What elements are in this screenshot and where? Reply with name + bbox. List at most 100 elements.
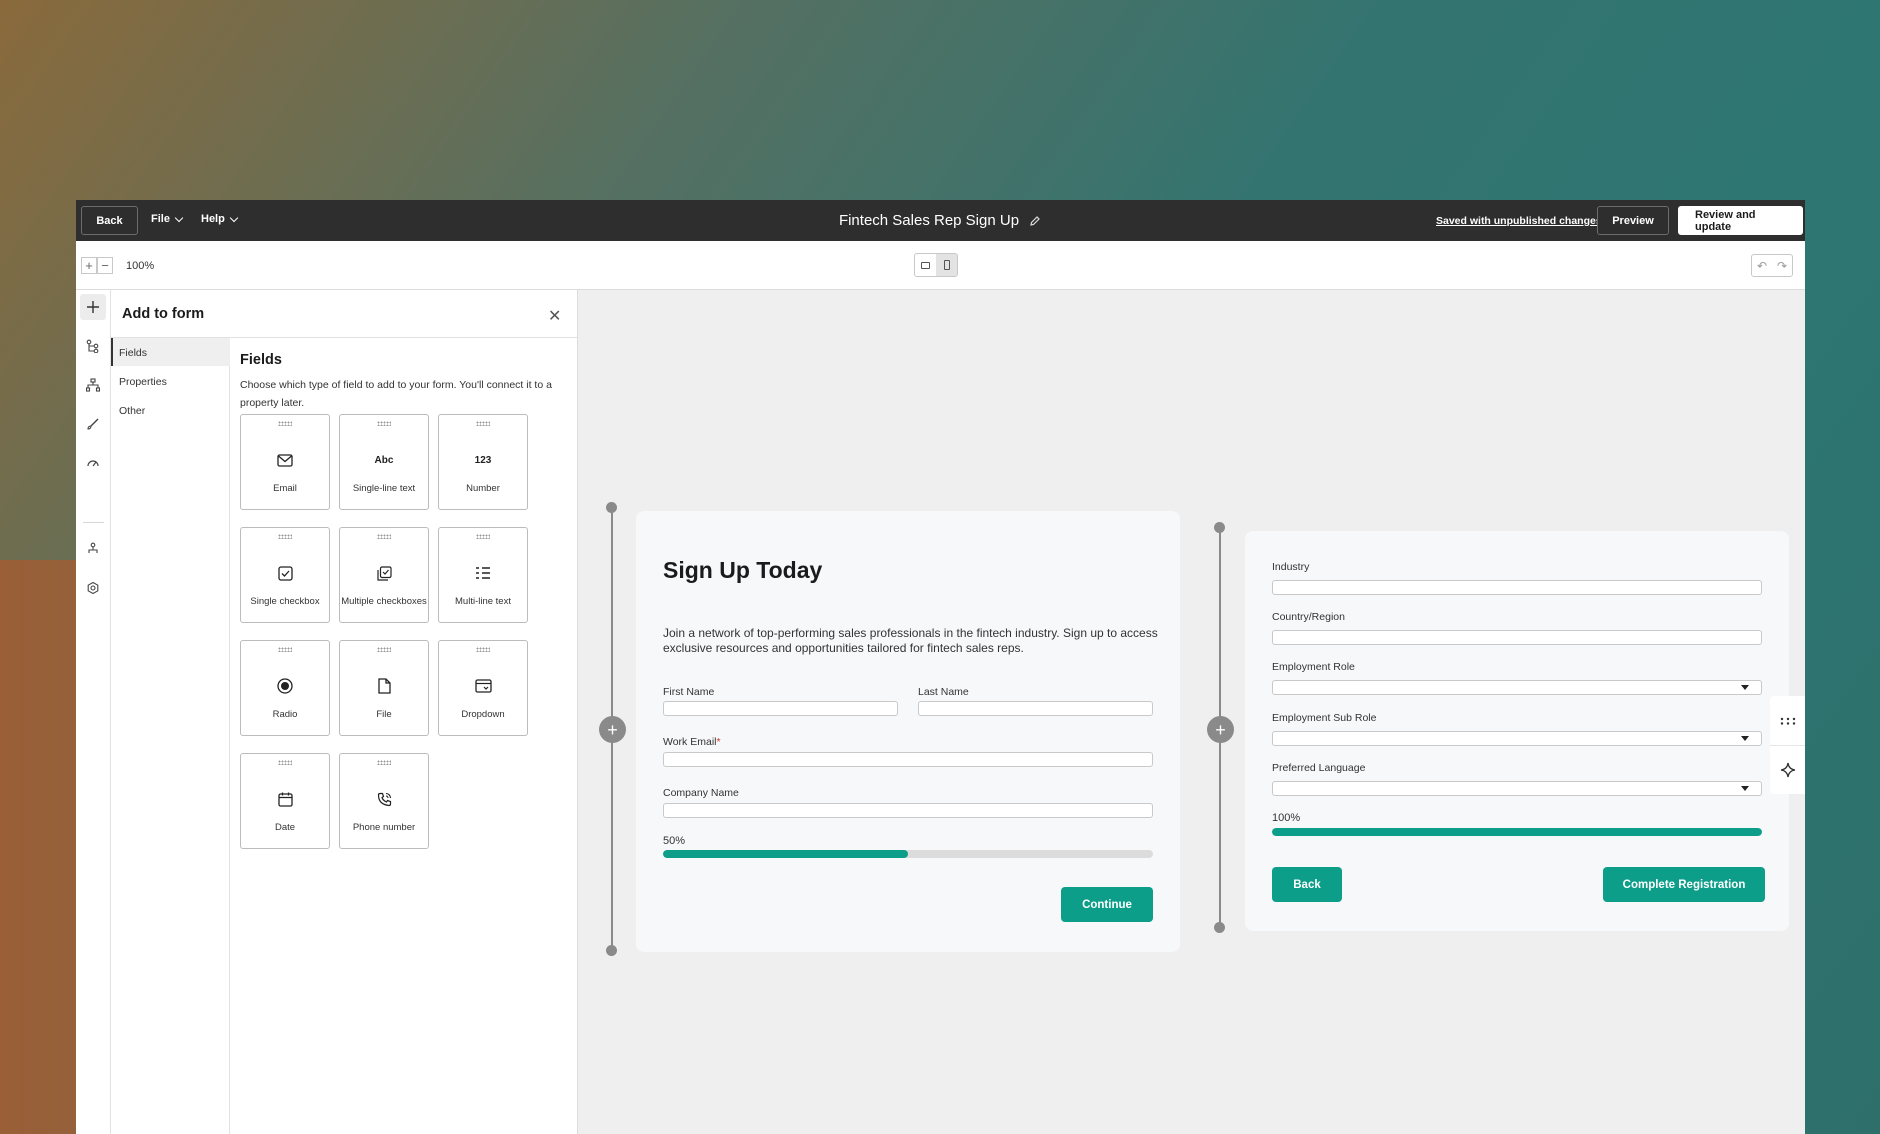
required-marker: * xyxy=(716,736,721,748)
integrations-rail-button[interactable] xyxy=(80,536,106,562)
field-tile-file[interactable]: File xyxy=(339,640,429,736)
editor-toolbar: + − 100% ↶ ↷ xyxy=(76,241,1805,290)
tile-label: Single checkbox xyxy=(250,596,320,607)
preferred-language-label: Preferred Language xyxy=(1272,762,1366,774)
tile-label: Number xyxy=(466,483,500,494)
phone-icon xyxy=(340,790,428,808)
close-icon[interactable]: ✕ xyxy=(548,306,561,326)
tile-label: File xyxy=(376,709,392,720)
back-step-button[interactable]: Back xyxy=(1272,867,1342,902)
top-bar: Back File Help Fintech Sales Rep Sign Up… xyxy=(76,200,1805,241)
undo-button[interactable]: ↶ xyxy=(1752,255,1772,276)
calendar-icon xyxy=(241,790,329,808)
progress-bar xyxy=(1272,828,1762,836)
file-icon xyxy=(340,677,428,695)
form-step-1-card[interactable]: Sign Up Today Join a network of top-perf… xyxy=(636,511,1180,952)
device-toggle xyxy=(914,253,958,277)
complete-registration-button[interactable]: Complete Registration xyxy=(1603,867,1765,902)
tile-label: Multiple checkboxes xyxy=(341,596,427,607)
company-name-label: Company Name xyxy=(663,787,739,799)
tree-icon xyxy=(86,339,99,353)
company-name-field[interactable] xyxy=(663,803,1153,818)
dropdown-arrow-icon xyxy=(1741,736,1749,741)
tile-label: Radio xyxy=(272,709,298,720)
radio-icon xyxy=(241,677,329,695)
tile-label: Phone number xyxy=(352,822,416,833)
field-tile-email[interactable]: Email xyxy=(240,414,330,510)
progress-bar xyxy=(663,850,1153,858)
desktop-view-button[interactable] xyxy=(915,254,936,276)
nav-item-fields[interactable]: Fields xyxy=(111,338,230,366)
drag-handle-icon xyxy=(377,421,391,426)
panel-nav: Fields Properties Other xyxy=(111,338,230,1134)
nav-item-other[interactable]: Other xyxy=(111,396,230,424)
step-connector-dot xyxy=(1214,522,1225,533)
form-heading: Sign Up Today xyxy=(663,557,823,583)
form-step-2-card[interactable]: Industry Country/Region Employment Role … xyxy=(1245,531,1789,931)
hierarchy-icon xyxy=(88,542,98,553)
redo-button[interactable]: ↷ xyxy=(1772,255,1792,276)
last-name-field[interactable] xyxy=(918,701,1153,716)
nav-item-properties[interactable]: Properties xyxy=(111,367,230,395)
settings-rail-button[interactable] xyxy=(80,575,106,601)
logic-rail-button[interactable] xyxy=(80,372,106,398)
sparkle-icon xyxy=(1780,762,1795,778)
progress-label: 50% xyxy=(663,835,686,847)
ai-assistant-button[interactable] xyxy=(1770,745,1805,794)
edit-pencil-icon[interactable] xyxy=(1029,215,1041,227)
plus-icon xyxy=(87,301,99,313)
drag-handle-icon xyxy=(377,760,391,765)
zoom-in-button[interactable]: + xyxy=(81,257,97,274)
employment-sub-role-label: Employment Sub Role xyxy=(1272,712,1377,724)
field-tile-single-line-text[interactable]: Abc Single-line text xyxy=(339,414,429,510)
field-tile-radio[interactable]: Radio xyxy=(240,640,330,736)
tile-label: Dropdown xyxy=(461,709,505,720)
field-tile-number[interactable]: 123 Number xyxy=(438,414,528,510)
mobile-view-button[interactable] xyxy=(936,254,957,276)
dropdown-arrow-icon xyxy=(1741,685,1749,690)
step-connector-dot xyxy=(1214,922,1225,933)
field-tile-dropdown[interactable]: Dropdown xyxy=(438,640,528,736)
zoom-controls: + − xyxy=(81,257,113,274)
field-tile-phone-number[interactable]: Phone number xyxy=(339,753,429,849)
field-tile-multiple-checkboxes[interactable]: Multiple checkboxes xyxy=(339,527,429,623)
progress-bar-fill xyxy=(663,850,908,858)
multi-checkbox-icon xyxy=(340,564,428,582)
continue-button[interactable]: Continue xyxy=(1061,887,1153,922)
field-tile-single-checkbox[interactable]: Single checkbox xyxy=(240,527,330,623)
field-tile-date[interactable]: Date xyxy=(240,753,330,849)
drag-handle-icon xyxy=(278,421,292,426)
field-tile-multi-line-text[interactable]: Multi-line text xyxy=(438,527,528,623)
add-step-button[interactable]: + xyxy=(599,716,626,743)
review-and-update-button[interactable]: Review and update xyxy=(1678,206,1803,235)
work-email-field[interactable] xyxy=(663,752,1153,767)
drag-handle-icon xyxy=(377,534,391,539)
form-structure-rail-button[interactable] xyxy=(80,333,106,359)
flow-icon xyxy=(86,378,100,392)
add-to-form-rail-button[interactable] xyxy=(80,294,106,320)
performance-rail-button[interactable] xyxy=(80,450,106,476)
fields-heading: Fields xyxy=(240,352,282,368)
rail-divider xyxy=(83,522,104,523)
drag-handle-icon xyxy=(278,760,292,765)
employment-sub-role-select[interactable] xyxy=(1272,731,1762,746)
zoom-out-button[interactable]: − xyxy=(97,257,113,274)
style-rail-button[interactable] xyxy=(80,411,106,437)
tile-label: Single-line text xyxy=(352,483,416,494)
preview-button[interactable]: Preview xyxy=(1597,206,1669,235)
undo-redo-controls: ↶ ↷ xyxy=(1751,254,1793,277)
desktop-icon xyxy=(921,261,930,269)
preferred-language-select[interactable] xyxy=(1272,781,1762,796)
canvas-side-tools xyxy=(1770,696,1805,794)
add-step-button[interactable]: + xyxy=(1207,716,1234,743)
more-options-button[interactable] xyxy=(1770,696,1805,745)
drag-handle-icon xyxy=(476,647,490,652)
employment-role-select[interactable] xyxy=(1272,680,1762,695)
brush-icon xyxy=(87,418,99,430)
country-region-field[interactable] xyxy=(1272,630,1762,645)
panel-title: Add to form xyxy=(122,306,205,322)
checkbox-icon xyxy=(241,564,329,582)
industry-field[interactable] xyxy=(1272,580,1762,595)
saved-status-link[interactable]: Saved with unpublished changes xyxy=(1436,215,1602,227)
first-name-field[interactable] xyxy=(663,701,898,716)
